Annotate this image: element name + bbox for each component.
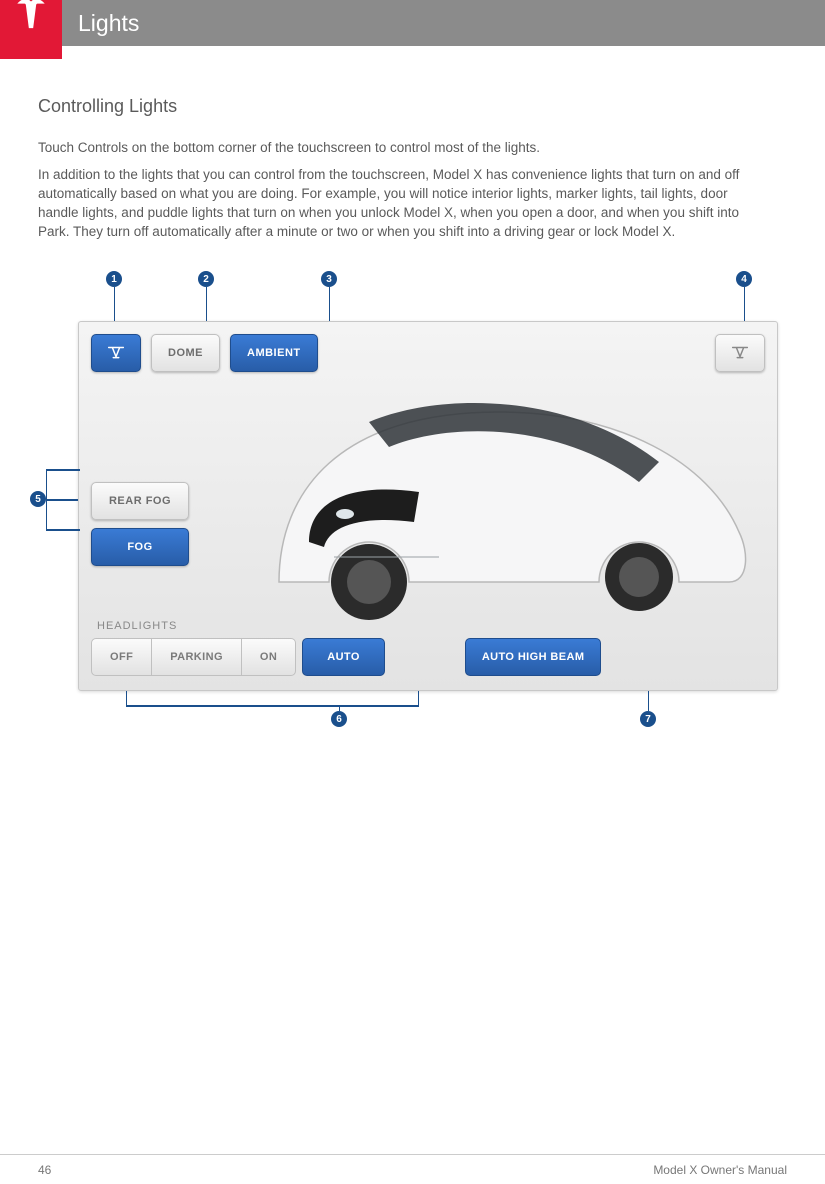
tesla-logo-icon — [10, 0, 52, 31]
callout-2: 2 — [198, 271, 214, 287]
callout-7-lead — [648, 691, 649, 711]
headlights-label: HEADLIGHTS — [97, 620, 177, 632]
brand-logo — [0, 0, 62, 59]
ambient-button[interactable]: AMBIENT — [230, 334, 318, 372]
page-number: 46 — [38, 1163, 51, 1177]
fog-button-column: REAR FOG FOG — [91, 482, 189, 566]
callout-6-lead-r — [418, 691, 419, 705]
headlights-auto[interactable]: AUTO — [302, 638, 385, 676]
fog-button[interactable]: FOG — [91, 528, 189, 566]
lights-diagram: 1 2 3 4 5 6 7 — [38, 271, 787, 731]
callout-5-lead-bot — [46, 529, 80, 530]
callout-3: 3 — [321, 271, 337, 287]
headlights-parking[interactable]: PARKING — [152, 638, 242, 676]
callout-4-lead — [744, 287, 745, 321]
callout-6-lead-h — [126, 705, 419, 706]
headlights-off[interactable]: OFF — [91, 638, 152, 676]
headlights-on[interactable]: ON — [242, 638, 296, 676]
callout-5-lead-h — [46, 499, 78, 500]
lights-control-panel: DOME AMBIENT REAR FOG FOG HEADLIGHTS OFF… — [78, 321, 778, 691]
headlights-row: OFF PARKING ON AUTO AUTO HIGH BEAM — [91, 638, 601, 676]
page-title: Lights — [78, 10, 139, 37]
callout-6: 6 — [331, 711, 347, 727]
callout-1-lead — [114, 287, 115, 321]
callout-4: 4 — [736, 271, 752, 287]
callout-1: 1 — [106, 271, 122, 287]
vehicle-illustration — [239, 352, 759, 622]
intro-paragraph-1: Touch Controls on the bottom corner of t… — [38, 139, 758, 158]
interior-light-left-button[interactable] — [91, 334, 141, 372]
dome-button[interactable]: DOME — [151, 334, 220, 372]
auto-high-beam-button[interactable]: AUTO HIGH BEAM — [465, 638, 602, 676]
callout-6-lead-l — [126, 691, 127, 705]
callout-3-lead — [329, 287, 330, 321]
top-button-row: DOME AMBIENT — [91, 334, 765, 372]
content-area: Controlling Lights Touch Controls on the… — [0, 46, 825, 731]
callout-5-lead-top — [46, 469, 80, 470]
section-heading: Controlling Lights — [38, 96, 787, 117]
header-bar: Lights — [0, 0, 825, 46]
page-footer: 46 Model X Owner's Manual — [0, 1154, 825, 1184]
book-title: Model X Owner's Manual — [653, 1163, 787, 1177]
callout-2-lead — [206, 287, 207, 321]
callout-5-lead-v — [46, 469, 47, 529]
callout-5: 5 — [30, 491, 46, 507]
callout-7: 7 — [640, 711, 656, 727]
rear-fog-button[interactable]: REAR FOG — [91, 482, 189, 520]
intro-paragraph-2: In addition to the lights that you can c… — [38, 166, 758, 242]
dome-light-icon — [105, 342, 127, 364]
interior-light-right-button[interactable] — [715, 334, 765, 372]
dome-light-icon — [729, 342, 751, 364]
